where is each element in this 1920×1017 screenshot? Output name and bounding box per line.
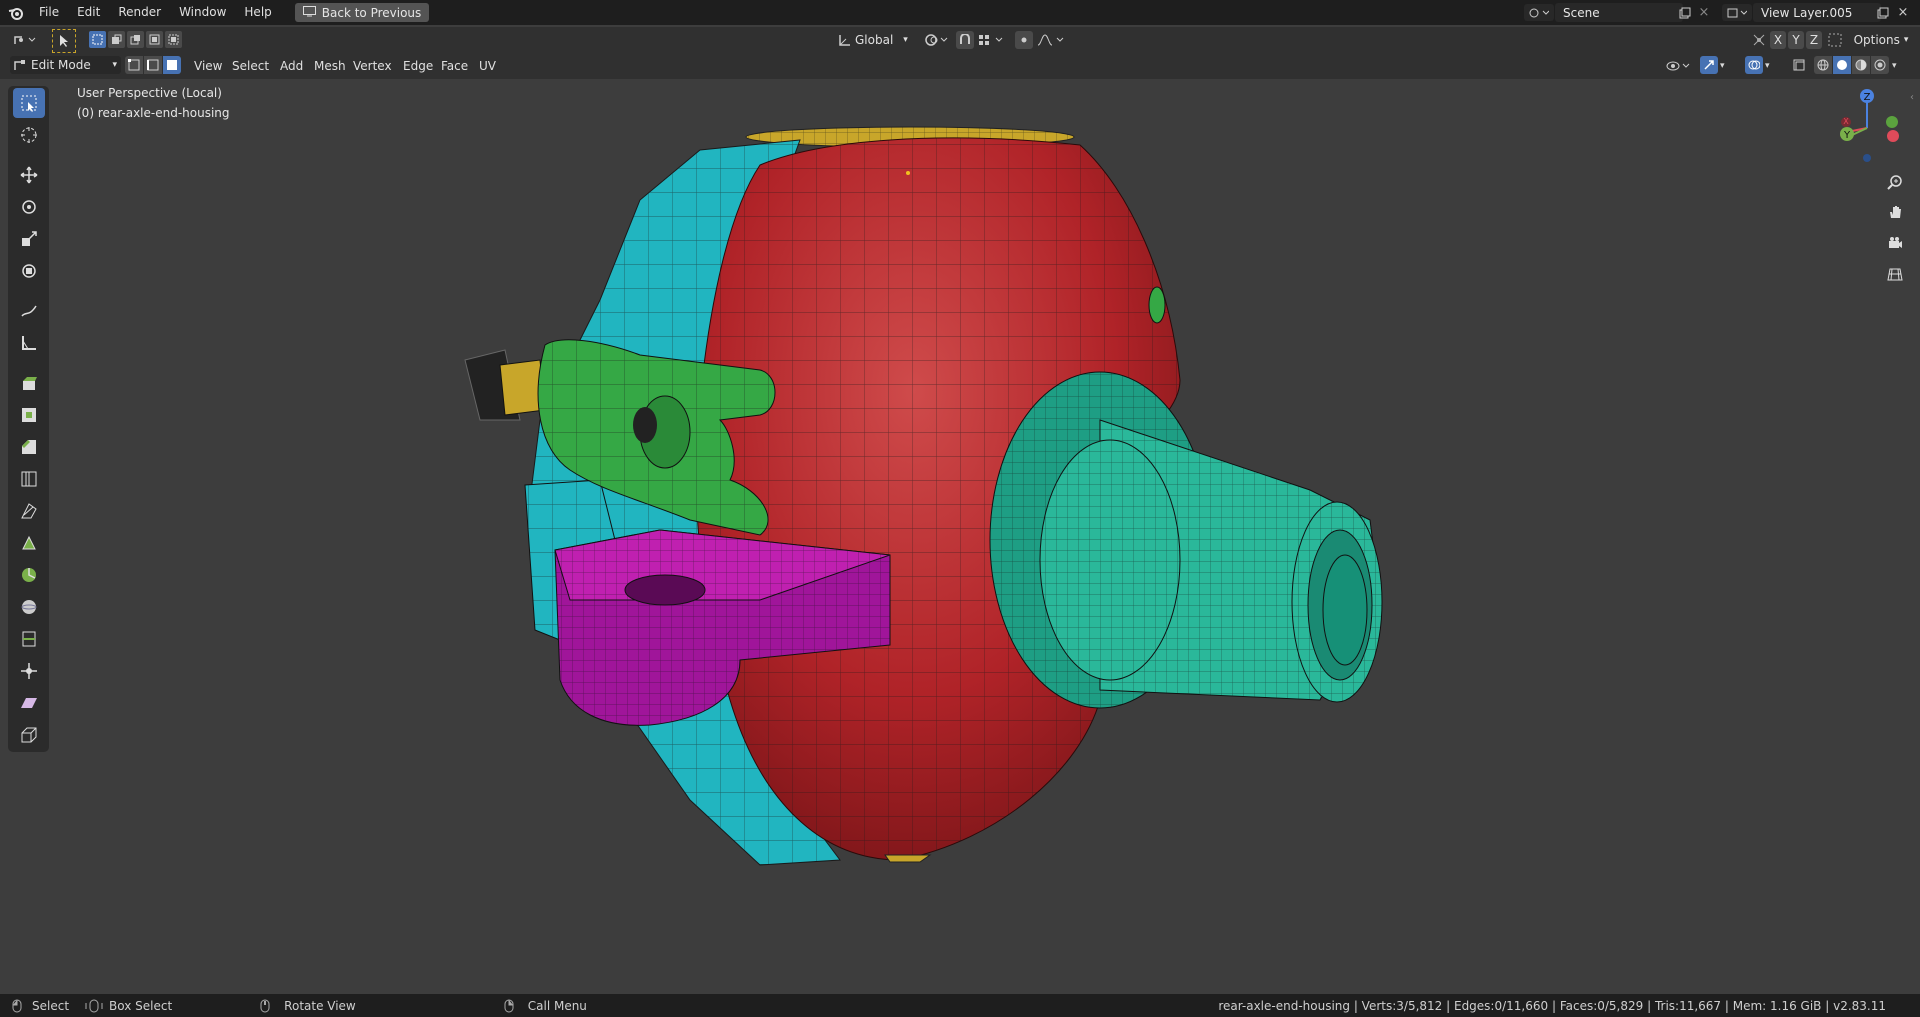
select-box-icon[interactable] bbox=[12, 88, 45, 118]
mouse-left-icon bbox=[12, 999, 22, 1013]
pan-hand-icon[interactable] bbox=[1881, 198, 1909, 226]
extrude-icon[interactable] bbox=[13, 368, 45, 398]
measure-icon[interactable] bbox=[13, 328, 45, 358]
gizmo-z-label: Z bbox=[1864, 92, 1871, 103]
edge-slide-icon[interactable] bbox=[13, 624, 45, 654]
loop-cut-icon[interactable] bbox=[13, 464, 45, 494]
tool-shelf bbox=[8, 86, 49, 752]
poly-build-icon[interactable] bbox=[13, 528, 45, 558]
mouse-middle-icon bbox=[260, 999, 270, 1013]
status-call-menu-label: Call Menu bbox=[527, 998, 587, 1013]
cursor-icon[interactable] bbox=[13, 120, 45, 150]
mouse-right-icon bbox=[504, 999, 514, 1013]
status-rotate-label: Rotate View bbox=[284, 998, 356, 1013]
rip-icon[interactable] bbox=[13, 720, 45, 750]
gizmo-y-label: Y bbox=[1843, 130, 1851, 141]
rotate-icon[interactable] bbox=[13, 192, 45, 222]
camera-view-icon[interactable] bbox=[1881, 229, 1909, 257]
gizmo-x-label: X bbox=[1843, 117, 1849, 126]
move-icon[interactable] bbox=[13, 160, 45, 190]
status-bar: Select Box Select Rotate View Call Menu … bbox=[0, 994, 1920, 1017]
sidebar-expand-icon[interactable]: ‹ bbox=[1910, 92, 1920, 106]
zoom-icon[interactable] bbox=[1881, 168, 1909, 196]
bottom-cap-part bbox=[884, 854, 932, 863]
spin-icon[interactable] bbox=[13, 560, 45, 590]
projection-toggle-icon[interactable] bbox=[1881, 260, 1909, 288]
status-select-label: Select bbox=[32, 998, 70, 1013]
rear-axle-end-housing-model[interactable] bbox=[0, 0, 1920, 1017]
inset-icon[interactable] bbox=[13, 400, 45, 430]
navigation-gizmo[interactable]: Z X Y bbox=[1832, 86, 1902, 166]
teal-bearing-flange bbox=[989, 371, 1383, 709]
status-box-select-label: Box Select bbox=[109, 998, 173, 1013]
bevel-icon[interactable] bbox=[13, 432, 45, 462]
shear-icon[interactable] bbox=[13, 688, 45, 718]
transform-icon[interactable] bbox=[13, 256, 45, 286]
scale-icon[interactable] bbox=[13, 224, 45, 254]
annotate-icon[interactable] bbox=[13, 296, 45, 326]
vertex-marker bbox=[906, 171, 910, 175]
shrink-fatten-icon[interactable] bbox=[13, 656, 45, 686]
knife-icon[interactable] bbox=[13, 496, 45, 526]
status-stats: rear-axle-end-housing | Verts:3/5,812 | … bbox=[1218, 998, 1886, 1013]
smooth-icon[interactable] bbox=[13, 592, 45, 622]
mouse-drag-icon bbox=[85, 999, 103, 1013]
